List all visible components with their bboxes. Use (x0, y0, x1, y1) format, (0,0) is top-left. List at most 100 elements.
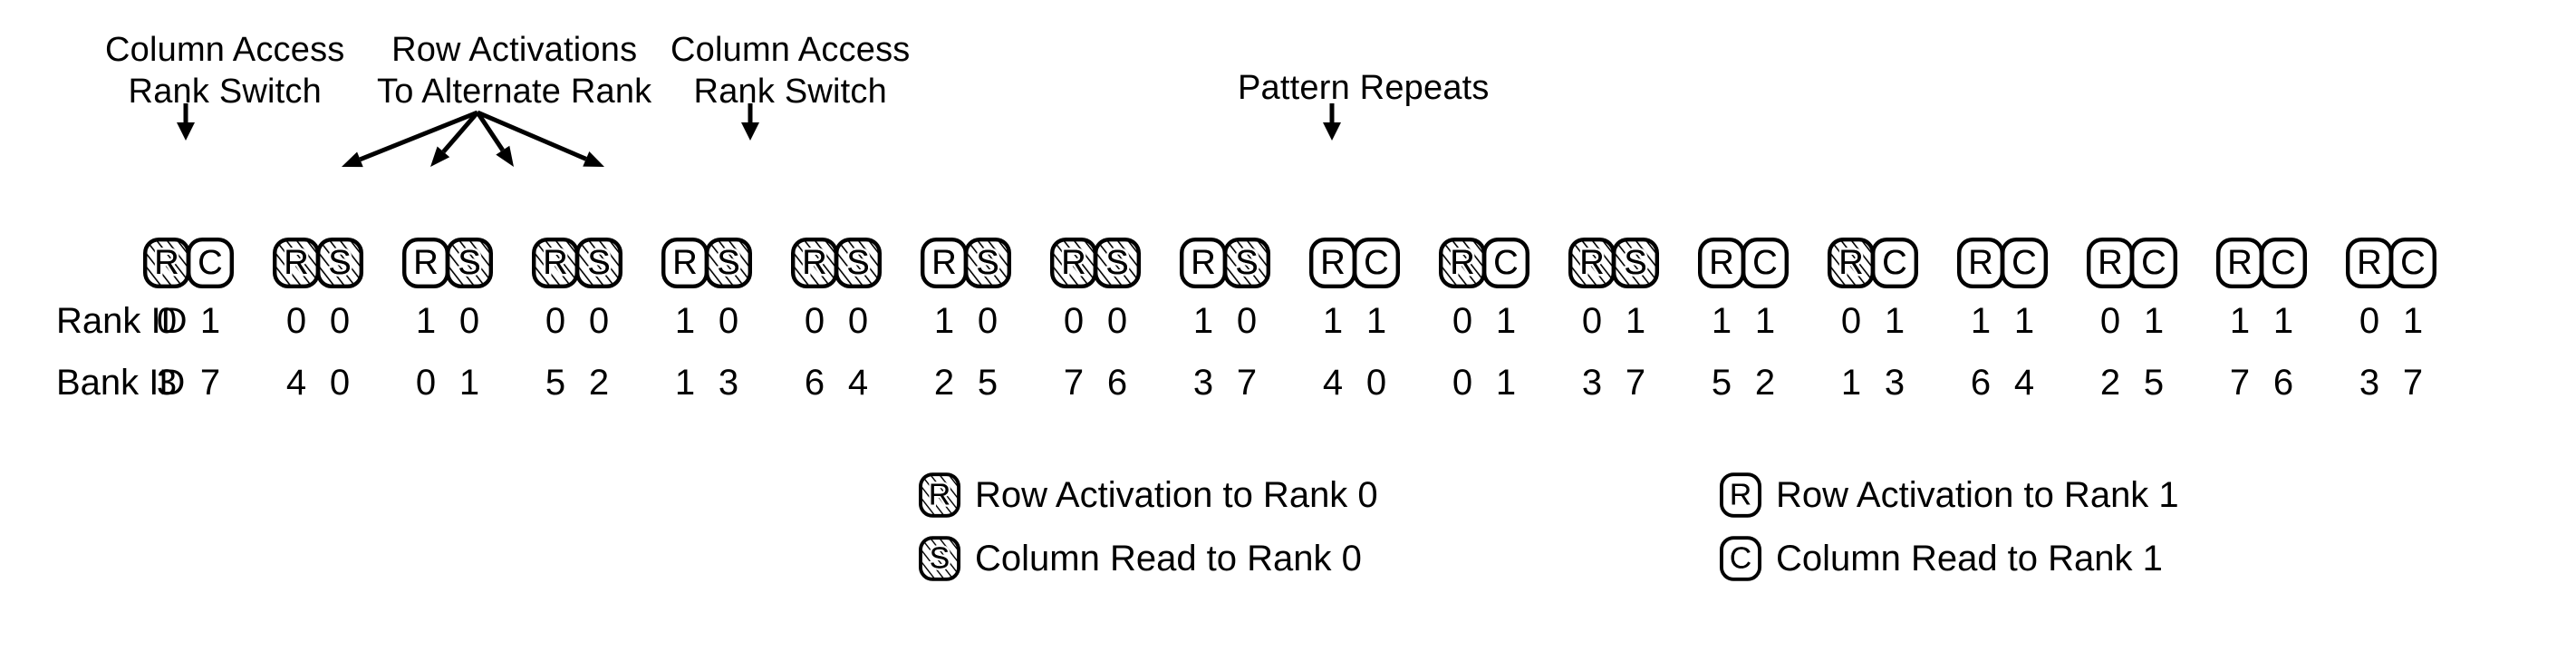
command-pair: R R C C (1957, 238, 2055, 288)
column-read-symbol: C C (1353, 238, 1400, 288)
column-read-symbol: C C (2389, 238, 2436, 288)
legend-column-read-rank0: S S Column Read to Rank 0 (919, 535, 1362, 582)
bank-id-value: 5 (545, 363, 566, 403)
row-activation-symbol: R R (1568, 238, 1616, 288)
row-activation-symbol: R R (1828, 238, 1875, 288)
bank-id-value: 6 (2272, 363, 2294, 403)
command-pair: R R S S (1180, 238, 1278, 288)
bank-id-value: 4 (847, 363, 869, 403)
rank-id-value: 0 (804, 301, 825, 341)
row-activation-symbol: R R (2216, 238, 2263, 288)
rank-id-value: 1 (1884, 301, 1905, 341)
callout-label-pattern-repeats: Pattern Repeats (1238, 67, 1490, 109)
bank-id-value: 0 (415, 363, 437, 403)
rank-id-value: 1 (2143, 301, 2165, 341)
rank-id-value: 1 (2013, 301, 2035, 341)
svg-text:R: R (672, 244, 697, 282)
row-activation-symbol: R R (532, 238, 579, 288)
callout-line-2: Rank Switch (128, 73, 322, 112)
svg-text:R: R (2227, 244, 2252, 282)
svg-text:R: R (1450, 244, 1474, 282)
rank-id-value: 0 (1063, 301, 1085, 341)
rank-id-value: 0 (1581, 301, 1603, 341)
svg-text:R: R (1579, 244, 1604, 282)
column-read-symbol: C C (2260, 238, 2307, 288)
rank-id-value: 1 (2272, 301, 2294, 341)
rank-id-value: 0 (329, 301, 351, 341)
bank-id-value: 1 (674, 363, 696, 403)
svg-text:R: R (1320, 244, 1345, 282)
column-read-symbol: S S (835, 238, 882, 288)
callout-line-1: Column Access (671, 31, 911, 69)
bank-id-value: 3 (718, 363, 739, 403)
figure-root: Column Access Rank Switch Row Activations… (0, 0, 2576, 671)
svg-text:S: S (458, 244, 480, 282)
svg-text:C: C (2141, 244, 2166, 282)
command-pair: R R C C (1439, 238, 1537, 288)
legend-symbol-s-rank0: S S (919, 535, 960, 582)
callout-line-1: Row Activations (391, 31, 638, 69)
row-activation-symbol: R R (921, 238, 968, 288)
rank-id-value: 0 (285, 301, 307, 341)
column-read-symbol: C C (1482, 238, 1529, 288)
rank-id-row-label: Rank ID (56, 301, 188, 341)
rank-id-value: 1 (1192, 301, 1214, 341)
row-activation-symbol: R R (791, 238, 838, 288)
command-pair: R R C C (2346, 238, 2444, 288)
legend-row-activation-rank0: R R Row Activation to Rank 0 (919, 472, 1378, 519)
row-activation-symbol: R R (1957, 238, 2004, 288)
bank-id-value: 1 (458, 363, 480, 403)
column-read-symbol: S S (316, 238, 363, 288)
bank-id-value: 0 (329, 363, 351, 403)
command-pair: R R S S (402, 238, 500, 288)
callout-line-1: Pattern Repeats (1238, 69, 1490, 107)
column-read-symbol: S S (575, 238, 622, 288)
svg-text:R: R (929, 479, 950, 512)
rank-id-value: 1 (199, 301, 221, 341)
callout-line-2: To Alternate Rank (377, 73, 652, 112)
rank-id-value: 1 (1625, 301, 1646, 341)
row-activation-symbol: R R (402, 238, 449, 288)
callout-label-row-activations-to-alternate-rank: Row Activations To Alternate Rank (377, 29, 651, 113)
bank-id-value: 4 (2013, 363, 2035, 403)
command-pair: R R C C (2087, 238, 2185, 288)
legend-label: Row Activation to Rank 1 (1776, 475, 2179, 515)
legend-symbol-r-rank0: R R (919, 472, 960, 519)
bank-id-value: 3 (1884, 363, 1905, 403)
bank-id-row-label: Bank ID (56, 363, 186, 403)
svg-text:C: C (2400, 244, 2425, 282)
svg-text:R: R (1730, 479, 1751, 512)
callout-arrow-pattern-repeats (1312, 102, 1352, 148)
legend-symbol-r-rank1: R R (1720, 472, 1761, 519)
column-read-symbol: C C (1871, 238, 1918, 288)
rank-id-value: 1 (1322, 301, 1344, 341)
svg-text:S: S (1624, 244, 1646, 282)
callout-arrow-column-access-rank-switch-left (166, 102, 206, 148)
column-read-symbol: S S (1612, 238, 1659, 288)
svg-text:R: R (2357, 244, 2381, 282)
bank-id-value: 6 (1970, 363, 1992, 403)
bank-id-value: 3 (1581, 363, 1603, 403)
svg-text:R: R (1709, 244, 1733, 282)
svg-text:R: R (154, 244, 178, 282)
command-pair: R R S S (791, 238, 889, 288)
svg-text:R: R (284, 244, 308, 282)
legend-symbol-c-rank1: C C (1720, 535, 1761, 582)
rank-id-value: 1 (1365, 301, 1387, 341)
rank-id-value: 0 (977, 301, 999, 341)
svg-text:S: S (1235, 244, 1258, 282)
bank-id-value: 4 (285, 363, 307, 403)
svg-text:R: R (1061, 244, 1085, 282)
rank-id-value: 0 (718, 301, 739, 341)
callout-label-column-access-rank-switch-left: Column Access Rank Switch (105, 29, 344, 113)
bank-id-value: 2 (588, 363, 610, 403)
rank-id-value: 1 (674, 301, 696, 341)
svg-text:S: S (1105, 244, 1128, 282)
svg-text:S: S (717, 244, 739, 282)
column-read-symbol: C C (1741, 238, 1789, 288)
callout-line-2: Rank Switch (693, 73, 887, 112)
svg-text:C: C (2271, 244, 2295, 282)
rank-id-value: 1 (2229, 301, 2251, 341)
svg-text:C: C (1882, 244, 1906, 282)
callout-label-column-access-rank-switch-right: Column Access Rank Switch (671, 29, 910, 113)
